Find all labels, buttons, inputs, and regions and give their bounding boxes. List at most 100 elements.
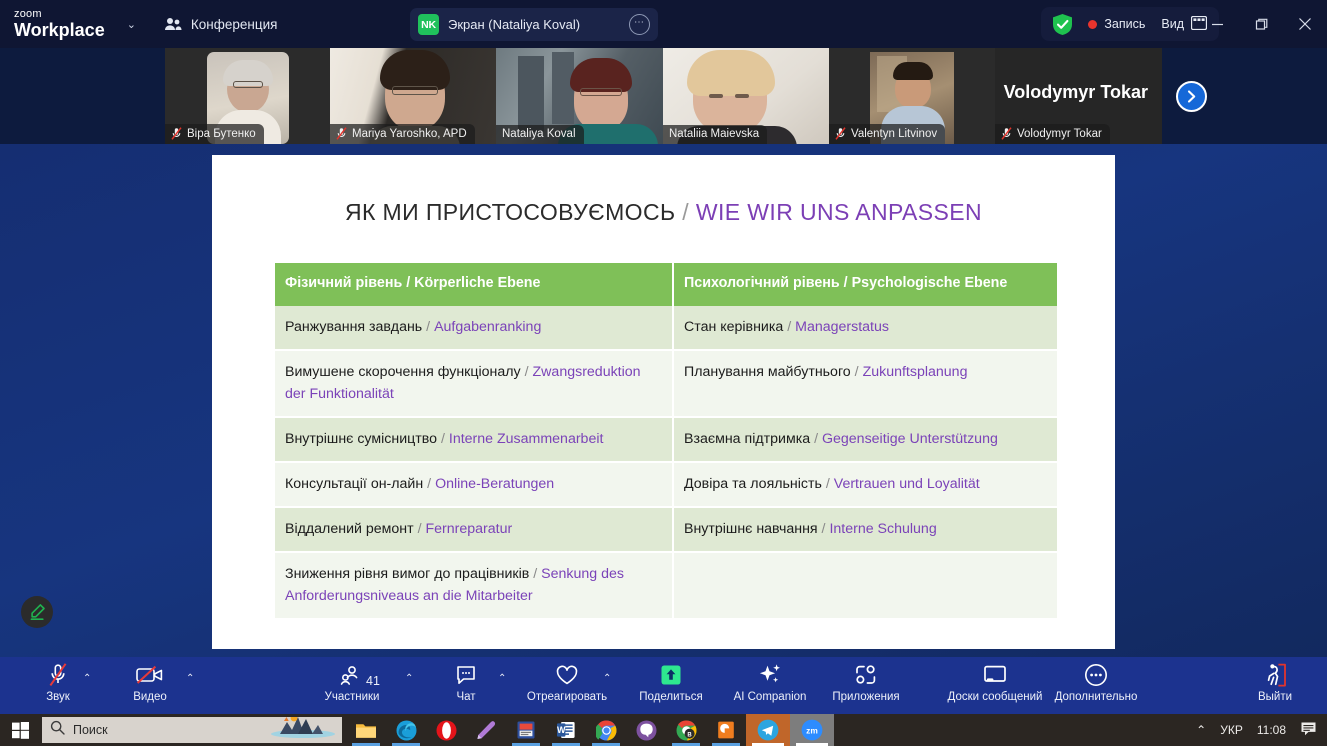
reactions-options-caret[interactable]: ⌃: [603, 673, 611, 684]
taskbar-dictionary-app[interactable]: [506, 714, 546, 746]
taskbar-word[interactable]: W: [546, 714, 586, 746]
participant-tile[interactable]: Volodymyr Tokar Volodymyr Tokar: [995, 48, 1162, 144]
participant-tile[interactable]: Valentyn Litvinov: [829, 48, 995, 144]
participant-tile[interactable]: Mariya Yaroshko, APD: [330, 48, 496, 144]
slide-title-de: WIE WIR UNS ANPASSEN: [695, 199, 983, 225]
slide-title-separator: /: [682, 199, 690, 225]
cell-text-de: Gegenseitige Unterstützung: [821, 430, 998, 447]
taskbar-search-input[interactable]: Поиск: [42, 717, 342, 743]
participant-name-badge: Nataliia Maievska: [663, 125, 768, 144]
start-button[interactable]: [0, 714, 40, 746]
video-button[interactable]: Видео: [104, 661, 196, 711]
recording-indicator[interactable]: Запись: [1088, 17, 1145, 31]
taskbar-chrome-beta[interactable]: B: [666, 714, 706, 746]
shield-icon[interactable]: [1053, 13, 1073, 35]
taskbar-file-explorer[interactable]: [346, 714, 386, 746]
participant-filmstrip[interactable]: Віра Бутенко Mariya Yaroshko, APD Natali…: [165, 48, 1162, 144]
ai-companion-label: AI Companion: [733, 691, 807, 703]
meeting-tab[interactable]: Конференция: [164, 17, 277, 32]
zoom-logo-bottom: Workplace: [14, 20, 105, 40]
video-label: Видео: [133, 691, 167, 703]
column-header-psychological: Психологічний рівень / Psychologische Eb…: [673, 263, 1057, 306]
filmstrip-next-button[interactable]: [1176, 81, 1207, 112]
chat-button[interactable]: Чат: [420, 661, 512, 711]
cell-text-ua: Довіра та лояльність: [684, 475, 822, 492]
taskbar-viber[interactable]: [626, 714, 666, 746]
table-cell-left: Вимушене скорочення функціоналу / Zwangs…: [275, 349, 674, 418]
cell-separator: /: [426, 318, 431, 335]
chevron-right-icon: [1187, 90, 1196, 103]
close-button[interactable]: [1283, 0, 1327, 48]
taskbar-apps: W B zm: [346, 714, 834, 746]
more-label: Дополнительно: [1054, 691, 1138, 703]
taskbar-opera[interactable]: [426, 714, 466, 746]
screen-share-indicator[interactable]: NK Экран (Nataliya Koval) ⋯: [410, 8, 658, 41]
chevron-down-icon[interactable]: ⌄: [127, 18, 136, 31]
spotlight-participant-name: Volodymyr Tokar: [1003, 82, 1148, 102]
more-button[interactable]: Дополнительно: [1038, 661, 1154, 711]
participant-name: Volodymyr Tokar: [1017, 127, 1102, 140]
cell-text-de: Aufgabenranking: [434, 318, 542, 335]
leave-label: Выйти: [1257, 691, 1293, 703]
meeting-toolbar: Звук ⌃ Видео ⌃ Участники 41 ⌃ Чат ⌃ Отре…: [0, 657, 1327, 714]
more-dots-icon: [1084, 661, 1108, 689]
taskbar-pdf-app[interactable]: [706, 714, 746, 746]
column-header-physical: Фізичний рівень / Körperliche Ebene: [275, 263, 674, 306]
participant-tile-active[interactable]: Nataliya Koval: [496, 48, 663, 144]
apps-button[interactable]: Приложения: [820, 661, 912, 711]
share-screen-button[interactable]: Поделиться: [625, 661, 717, 711]
tray-expand-icon[interactable]: ⌃: [1196, 723, 1206, 737]
video-options-caret[interactable]: ⌃: [186, 673, 194, 684]
language-indicator[interactable]: УКР: [1220, 723, 1243, 737]
table-cell-right: Планування майбутнього / Zukunftsplanung: [673, 349, 1057, 418]
cell-separator: /: [533, 565, 538, 582]
cell-text-ua: Віддалений ремонт: [285, 520, 414, 537]
clock[interactable]: 11:08: [1257, 723, 1286, 737]
table-row: Віддалений ремонт / Fernreparatur Внутрі…: [275, 506, 1057, 553]
audio-options-caret[interactable]: ⌃: [83, 673, 91, 684]
participant-name: Nataliya Koval: [502, 128, 576, 140]
chat-icon: [455, 661, 477, 689]
slide-title-ua: ЯК МИ ПРИСТОСОВУЄМОСЬ: [344, 199, 676, 225]
ai-sparkle-icon: [757, 661, 783, 689]
cell-text-ua: Консультації он-лайн: [285, 475, 424, 492]
table-row: Внутрішнє сумісництво / Interne Zusammen…: [275, 416, 1057, 463]
cell-text-ua: Ранжування завдань: [285, 318, 423, 335]
chat-options-caret[interactable]: ⌃: [498, 673, 506, 684]
participant-name: Valentyn Litvinov: [851, 127, 938, 140]
cell-text-ua: Планування майбутнього: [684, 363, 851, 380]
cell-text-ua: Вимушене скорочення функціоналу: [285, 363, 521, 380]
people-icon: [164, 17, 182, 31]
maximize-button[interactable]: [1239, 0, 1283, 48]
audio-button[interactable]: Звук: [12, 661, 104, 711]
taskbar-pen-app[interactable]: [466, 714, 506, 746]
participant-name: Nataliia Maievska: [669, 128, 760, 140]
taskbar-telegram[interactable]: [746, 714, 790, 746]
participant-tile[interactable]: Віра Бутенко: [165, 48, 330, 144]
cell-text-de: Interne Schulung: [829, 520, 937, 537]
apps-icon: [854, 661, 878, 689]
taskbar-chrome[interactable]: [586, 714, 626, 746]
annotate-button[interactable]: [21, 596, 53, 628]
apps-label: Приложения: [832, 691, 900, 703]
reactions-button[interactable]: Отреагировать: [521, 661, 613, 711]
notifications-icon[interactable]: [1300, 721, 1317, 740]
cell-text-ua: Внутрішнє сумісництво: [285, 430, 438, 447]
participant-name-badge: Nataliya Koval: [496, 125, 584, 144]
leave-button[interactable]: Выйти: [1235, 661, 1315, 711]
windows-taskbar: Поиск W B zm ⌃ УКР 11:08: [0, 714, 1327, 746]
ai-companion-button[interactable]: AI Companion: [724, 661, 816, 711]
participant-tile[interactable]: Nataliia Maievska: [663, 48, 829, 144]
zoom-logo-top: zoom: [14, 8, 42, 20]
taskbar-edge[interactable]: [386, 714, 426, 746]
cell-separator: /: [821, 520, 826, 537]
minimize-button[interactable]: [1195, 0, 1239, 48]
taskbar-zoom[interactable]: zm: [790, 714, 834, 746]
participants-button[interactable]: Участники: [306, 661, 398, 711]
participants-options-caret[interactable]: ⌃: [405, 673, 413, 684]
table-row: Вимушене скорочення функціоналу / Zwangs…: [275, 349, 1057, 418]
participants-label: Участники: [324, 691, 380, 703]
windows-logo-icon: [11, 721, 29, 739]
more-options-icon[interactable]: ⋯: [629, 14, 650, 35]
participant-name: Віра Бутенко: [187, 127, 256, 140]
